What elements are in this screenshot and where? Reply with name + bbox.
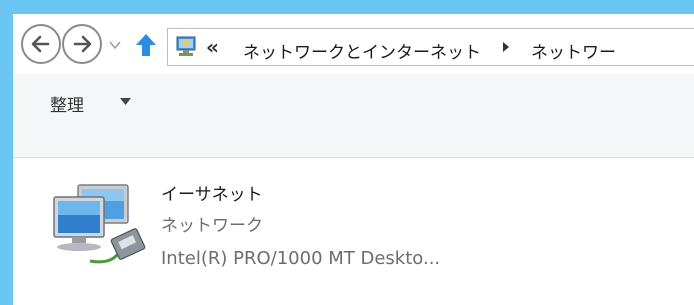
organize-button[interactable]: 整理 (50, 91, 131, 116)
back-button[interactable] (21, 24, 61, 64)
breadcrumb-separator-icon[interactable] (501, 40, 511, 54)
connection-device: Intel(R) PRO/1000 MT Deskto... (161, 248, 441, 269)
address-bar[interactable]: « ネットワークとインターネット ネットワー (167, 28, 694, 66)
breadcrumb-network[interactable]: ネットワー (531, 38, 616, 63)
network-adapter-icon (53, 184, 146, 264)
window-top-border (0, 0, 694, 14)
up-arrow-icon[interactable] (134, 32, 158, 58)
window-left-border (0, 0, 13, 305)
right-arrow-icon (73, 35, 92, 53)
forward-button[interactable] (62, 24, 102, 64)
left-arrow-icon (31, 35, 50, 53)
network-folder-icon (176, 36, 196, 56)
chevron-down-icon (120, 98, 131, 105)
connection-status: ネットワーク (161, 216, 263, 236)
recent-locations-dropdown[interactable] (108, 40, 122, 50)
organize-label: 整理 (50, 96, 84, 116)
breadcrumb-overflow[interactable]: « (206, 35, 219, 59)
command-bar (13, 74, 694, 158)
explorer-window: « ネットワークとインターネット ネットワー 整理 イーサネット ネットワーク … (0, 0, 694, 305)
breadcrumb-network-and-internet[interactable]: ネットワークとインターネット (243, 38, 481, 63)
connection-name: イーサネット (161, 185, 263, 205)
list-item[interactable]: イーサネット ネットワーク Intel(R) PRO/1000 MT Deskt… (50, 175, 550, 275)
